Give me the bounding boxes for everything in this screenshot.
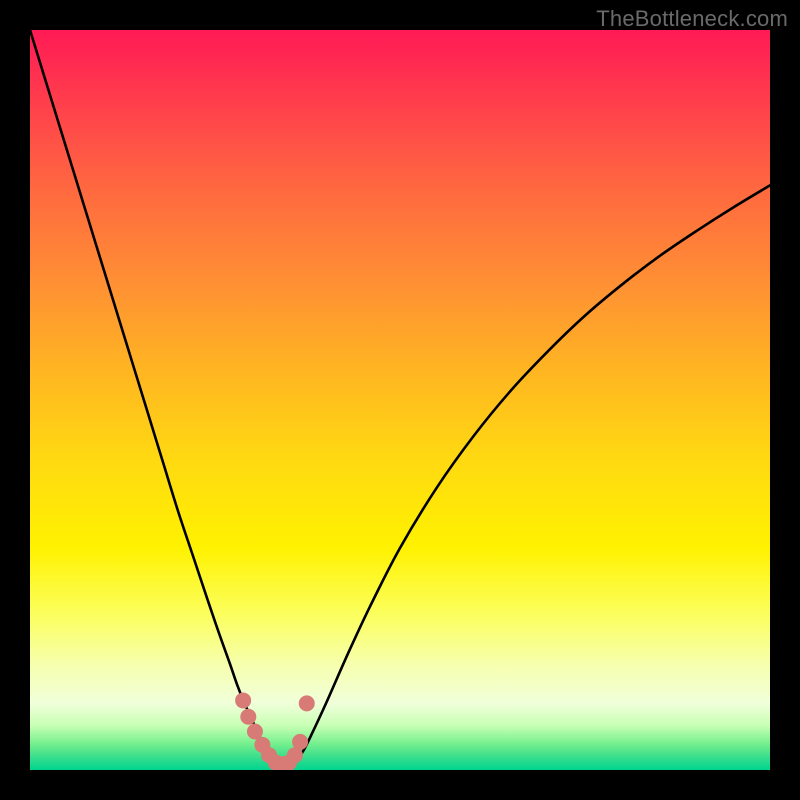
watermark-text: TheBottleneck.com [596,6,788,32]
heatmap-gradient-background [30,30,770,770]
chart-frame: TheBottleneck.com [0,0,800,800]
plot-area [30,30,770,770]
